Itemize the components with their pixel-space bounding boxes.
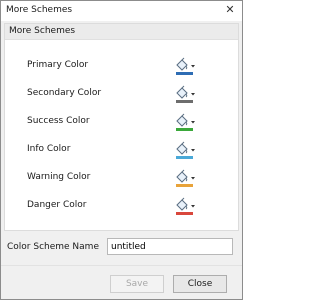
- paint-bucket-icon[interactable]: [173, 112, 197, 132]
- color-row-primary: Primary Color: [5, 56, 238, 76]
- color-label-secondary: Secondary Color: [27, 88, 102, 98]
- scheme-name-input[interactable]: [107, 238, 233, 255]
- paint-bucket-icon[interactable]: [173, 168, 197, 188]
- window-title: More Schemes: [6, 5, 73, 15]
- color-row-success: Success Color: [5, 112, 238, 132]
- color-label-danger: Danger Color: [27, 200, 87, 210]
- title-bar: More Schemes ✕: [1, 1, 242, 21]
- button-bar: Save Close: [1, 265, 242, 300]
- color-row-info: Info Color: [5, 140, 238, 160]
- paint-bucket-icon[interactable]: [173, 84, 197, 104]
- color-label-primary: Primary Color: [27, 60, 89, 70]
- group-title: More Schemes: [9, 26, 76, 36]
- color-label-warning: Warning Color: [27, 172, 91, 182]
- color-row-secondary: Secondary Color: [5, 84, 238, 104]
- paint-bucket-icon[interactable]: [173, 56, 197, 76]
- color-label-success: Success Color: [27, 116, 90, 126]
- group-header: More Schemes: [5, 24, 238, 40]
- paint-bucket-icon[interactable]: [173, 196, 197, 216]
- color-label-info: Info Color: [27, 144, 71, 154]
- close-icon[interactable]: ✕: [224, 3, 236, 17]
- more-schemes-dialog: More Schemes ✕ More Schemes Primary Colo…: [0, 0, 243, 300]
- close-button[interactable]: Close: [173, 275, 227, 293]
- schemes-group: More Schemes Primary Color Secondary Col…: [4, 23, 239, 231]
- color-row-warning: Warning Color: [5, 168, 238, 188]
- paint-bucket-icon[interactable]: [173, 140, 197, 160]
- scheme-name-label: Color Scheme Name: [7, 242, 99, 252]
- color-row-danger: Danger Color: [5, 196, 238, 216]
- save-button[interactable]: Save: [110, 275, 164, 293]
